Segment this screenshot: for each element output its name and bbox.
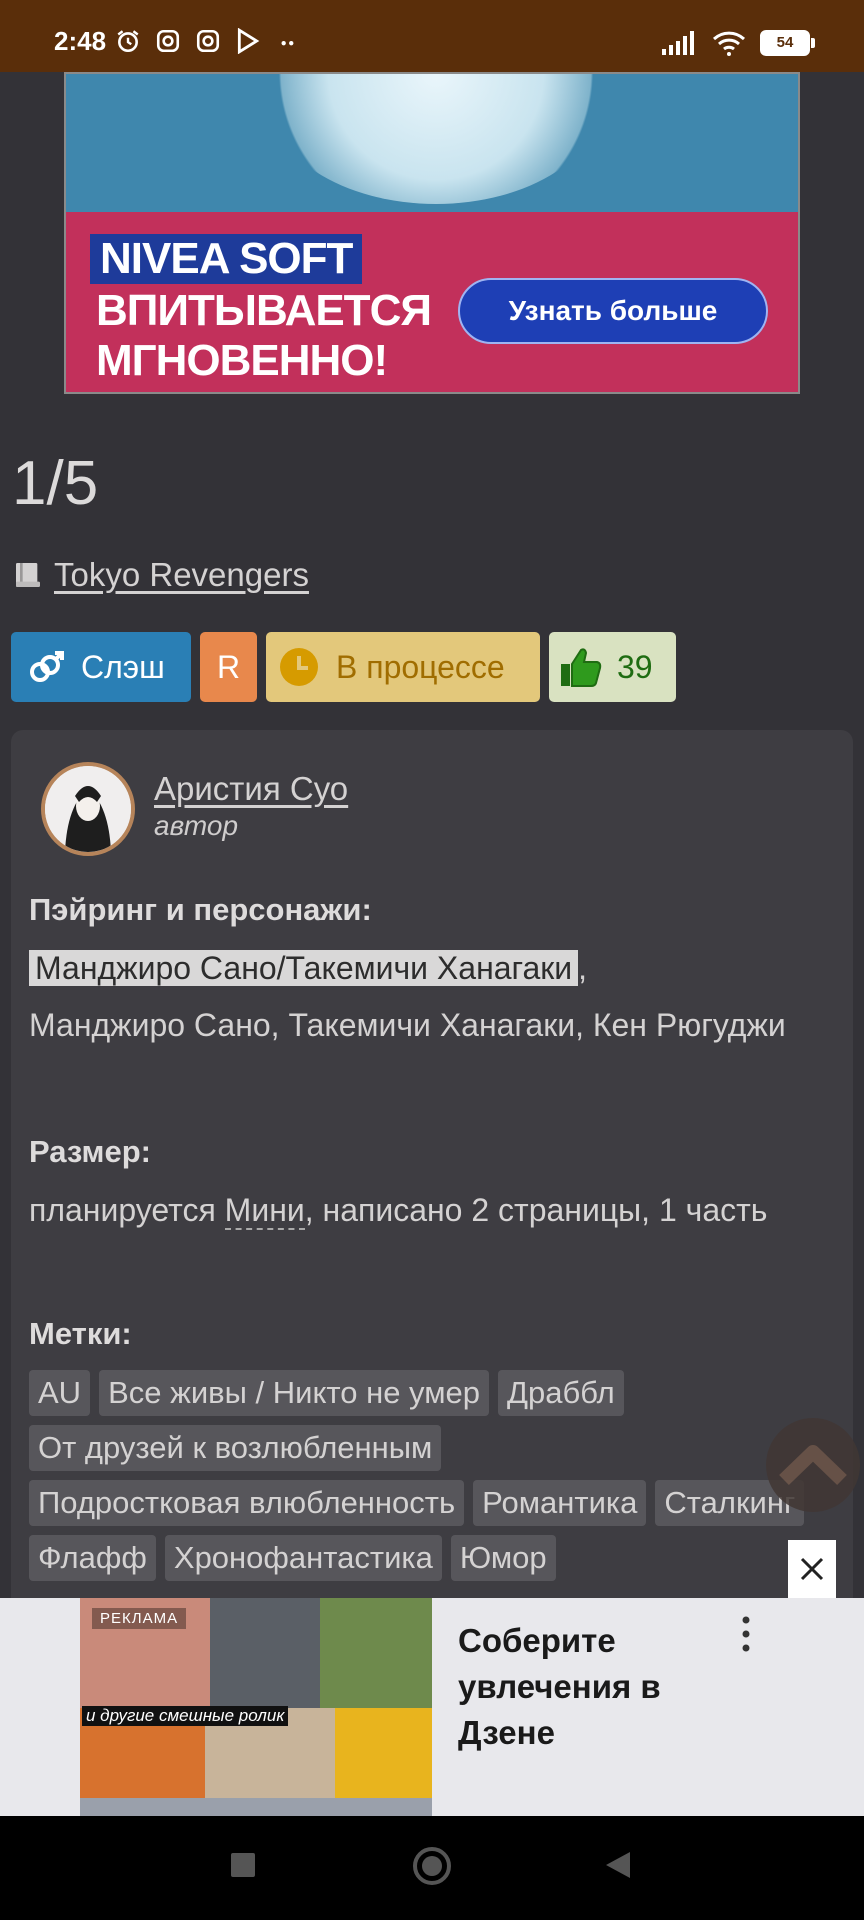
status-time: 2:48 (54, 26, 107, 56)
tag-item[interactable]: AU (29, 1370, 91, 1416)
main-pairing-tag[interactable]: Манджиро Сано/Такемичи Ханагаки (29, 950, 579, 986)
likes-count: 39 (617, 648, 653, 685)
alarm-icon (117, 30, 139, 53)
signal-icon (662, 31, 694, 55)
wifi-icon (712, 31, 746, 56)
ad-label: РЕКЛАМА (92, 1608, 187, 1629)
chapter-counter: 1/5 (12, 449, 99, 518)
status-notification-icons (115, 28, 301, 54)
tag-item[interactable]: Драббл (498, 1370, 624, 1416)
pairing-list: Манджиро Сано/Такемичи Ханагаки, Манджир… (29, 950, 786, 1043)
tag-item[interactable]: Хронофантастика (164, 1535, 442, 1581)
ad-headline-line2: ВПИТЫВАЕТСЯ (96, 286, 432, 335)
back-icon[interactable] (604, 1850, 632, 1880)
ad-image-caption: и другие смешные ролик (82, 1706, 289, 1726)
author-avatar[interactable] (41, 762, 135, 856)
ad-banner-text-area: NIVEA SOFT ВПИТЫВАЕТСЯ МГНОВЕННО! Узнать… (66, 212, 798, 392)
direction-label: Слэш (81, 648, 165, 685)
thumbs-up-icon (561, 648, 602, 687)
clock-icon (280, 648, 318, 686)
work-info-card: Аристия Суо автор Пэйринг и персонажи: М… (11, 730, 853, 1610)
tag-item[interactable]: Все живы / Никто не умер (99, 1370, 489, 1416)
size-prefix: планируется (29, 1192, 216, 1228)
cream-jar-image (266, 74, 606, 204)
ad-banner-image (66, 74, 798, 212)
system-nav-bar (0, 1816, 864, 1920)
battery-indicator: 54 (760, 30, 815, 56)
author-name-link[interactable]: Аристия Суо (154, 770, 348, 808)
pairing-label: Пэйринг и персонажи: (29, 892, 372, 927)
play-store-icon (237, 28, 260, 54)
direction-badge[interactable]: Слэш (11, 632, 191, 702)
size-value: планируется Мини, написано 2 страницы, 1… (29, 1182, 829, 1239)
close-ad-button[interactable] (788, 1540, 836, 1598)
scroll-to-top-button[interactable] (766, 1418, 860, 1512)
bottom-ad[interactable]: РЕКЛАМА и другие смешные ролик Соберите … (0, 1598, 864, 1816)
ad-headline-line3: МГНОВЕННО! (96, 336, 388, 385)
ad-video-collage: РЕКЛАМА и другие смешные ролик (80, 1598, 432, 1816)
author-role: автор (154, 810, 239, 841)
close-icon (800, 1557, 824, 1581)
size-suffix: , написано 2 страницы, 1 часть (304, 1192, 768, 1228)
likes-badge[interactable]: 39 (549, 632, 676, 702)
tag-item[interactable]: От друзей к возлюбленным (29, 1425, 442, 1471)
status-badge[interactable]: В процессе (266, 632, 540, 702)
rating-badge[interactable]: R (200, 632, 257, 702)
work-badges: Слэш R В процессе 39 (11, 632, 676, 702)
more-dots-icon (281, 41, 294, 46)
fandom-link-row: Tokyo Revengers (12, 556, 309, 594)
instagram-icon (156, 29, 180, 53)
ad-banner[interactable]: NIVEA SOFT ВПИТЫВАЕТСЯ МГНОВЕННО! Узнать… (64, 72, 800, 394)
tag-item[interactable]: Подростковая влюбленность (29, 1480, 465, 1526)
tag-item[interactable]: Флафф (29, 1535, 156, 1581)
ad-headline[interactable]: Соберите увлечения в Дзене (458, 1618, 718, 1756)
status-label: В процессе (336, 648, 505, 685)
status-bar: 2:48 54 (0, 0, 864, 72)
tag-item[interactable]: Юмор (450, 1535, 556, 1581)
characters-list[interactable]: Манджиро Сано, Такемичи Ханагаки, Кен Рю… (29, 1007, 786, 1043)
book-icon (16, 563, 40, 587)
ad-headline-brand: NIVEA SOFT (90, 234, 363, 284)
chevron-up-icon (779, 1445, 847, 1486)
fandom-link[interactable]: Tokyo Revengers (54, 556, 309, 594)
slash-gender-icon (30, 651, 64, 682)
instagram-icon (196, 29, 220, 53)
tags-label: Метки: (29, 1316, 132, 1351)
size-name[interactable]: Мини (224, 1192, 305, 1230)
home-icon[interactable] (412, 1846, 452, 1886)
author-avatar-image (45, 766, 131, 852)
ad-learn-more-button[interactable]: Узнать больше (458, 278, 768, 344)
tags-list: AU Все живы / Никто не умер Драббл От др… (29, 1370, 829, 1581)
status-system-icons: 54 (662, 30, 815, 56)
tag-item[interactable]: Романтика (473, 1480, 647, 1526)
more-vertical-icon[interactable] (740, 1614, 752, 1654)
recent-apps-icon[interactable] (230, 1852, 256, 1878)
size-label: Размер: (29, 1134, 151, 1169)
